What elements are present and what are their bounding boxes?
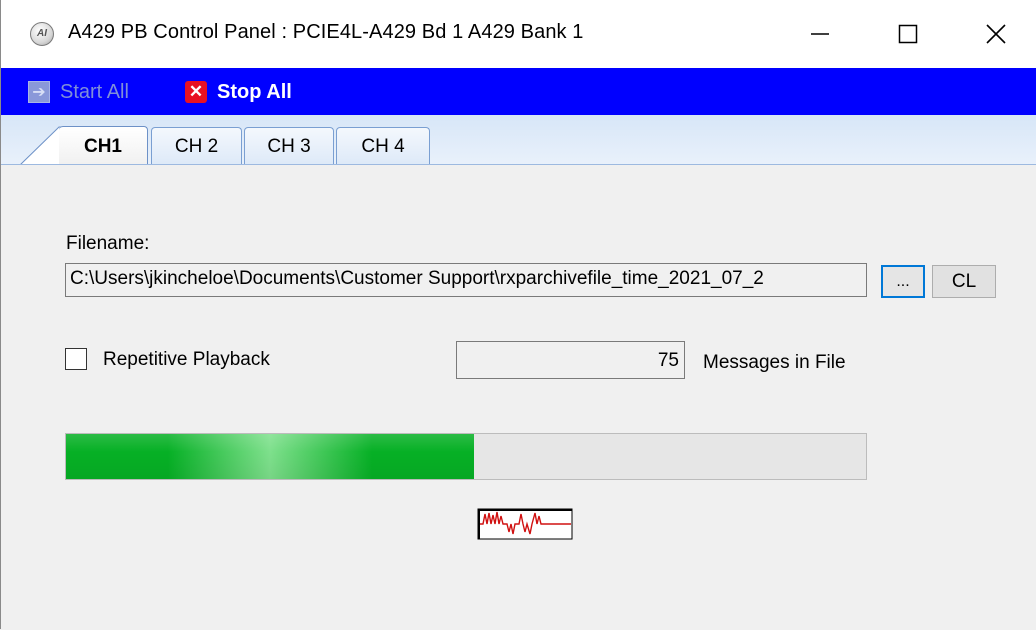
stop-all-label: Stop All bbox=[217, 80, 292, 103]
stop-all-button[interactable]: ✕ Stop All bbox=[185, 78, 292, 106]
waveform-icon bbox=[477, 508, 573, 540]
minimize-button[interactable] bbox=[797, 14, 843, 54]
close-button[interactable] bbox=[973, 14, 1019, 54]
tab-ch1[interactable]: CH1 bbox=[59, 126, 148, 166]
browse-button[interactable]: ... bbox=[881, 265, 925, 298]
channel-tabstrip: CH1 CH 2 CH 3 CH 4 bbox=[1, 115, 1036, 166]
tab-ch1-label: CH1 bbox=[83, 135, 122, 157]
arrow-right-icon: ➔ bbox=[28, 81, 50, 103]
title-bar[interactable]: AI A429 PB Control Panel : PCIE4L-A429 B… bbox=[1, 0, 1036, 68]
filename-field[interactable]: C:\Users\jkincheloe\Documents\Customer S… bbox=[65, 263, 867, 297]
window-title: A429 PB Control Panel : PCIE4L-A429 Bd 1… bbox=[68, 21, 584, 43]
maximize-button[interactable] bbox=[885, 14, 931, 54]
app-window: AI A429 PB Control Panel : PCIE4L-A429 B… bbox=[0, 0, 1036, 629]
repetitive-playback-checkbox[interactable] bbox=[65, 348, 87, 370]
toolbar: ➔ Start All ✕ Stop All bbox=[1, 68, 1036, 115]
tab-ch2-label: CH 2 bbox=[174, 135, 219, 157]
tab-ch3-label: CH 3 bbox=[267, 135, 311, 157]
start-all-button[interactable]: ➔ Start All bbox=[28, 78, 129, 106]
minimize-icon bbox=[811, 33, 829, 35]
filename-label: Filename: bbox=[66, 233, 150, 254]
clear-button[interactable]: CL bbox=[932, 265, 996, 298]
stop-x-icon: ✕ bbox=[185, 81, 207, 103]
start-all-label: Start All bbox=[60, 80, 129, 103]
tab-ch4[interactable]: CH 4 bbox=[336, 127, 430, 165]
app-logo-icon: AI bbox=[30, 22, 54, 46]
maximize-icon bbox=[898, 24, 918, 44]
progress-fill bbox=[66, 434, 474, 479]
repetitive-playback-label: Repetitive Playback bbox=[103, 349, 270, 370]
channel-panel: Filename: C:\Users\jkincheloe\Documents\… bbox=[1, 165, 1036, 629]
messages-in-file-label: Messages in File bbox=[703, 352, 846, 373]
tab-ch4-label: CH 4 bbox=[361, 135, 405, 157]
tab-ch1-corner bbox=[19, 126, 63, 166]
tab-ch2[interactable]: CH 2 bbox=[151, 127, 242, 165]
tab-ch3[interactable]: CH 3 bbox=[244, 127, 334, 165]
playback-progress-bar bbox=[65, 433, 867, 480]
close-icon bbox=[986, 24, 1006, 44]
message-count-field: 75 bbox=[456, 341, 685, 379]
